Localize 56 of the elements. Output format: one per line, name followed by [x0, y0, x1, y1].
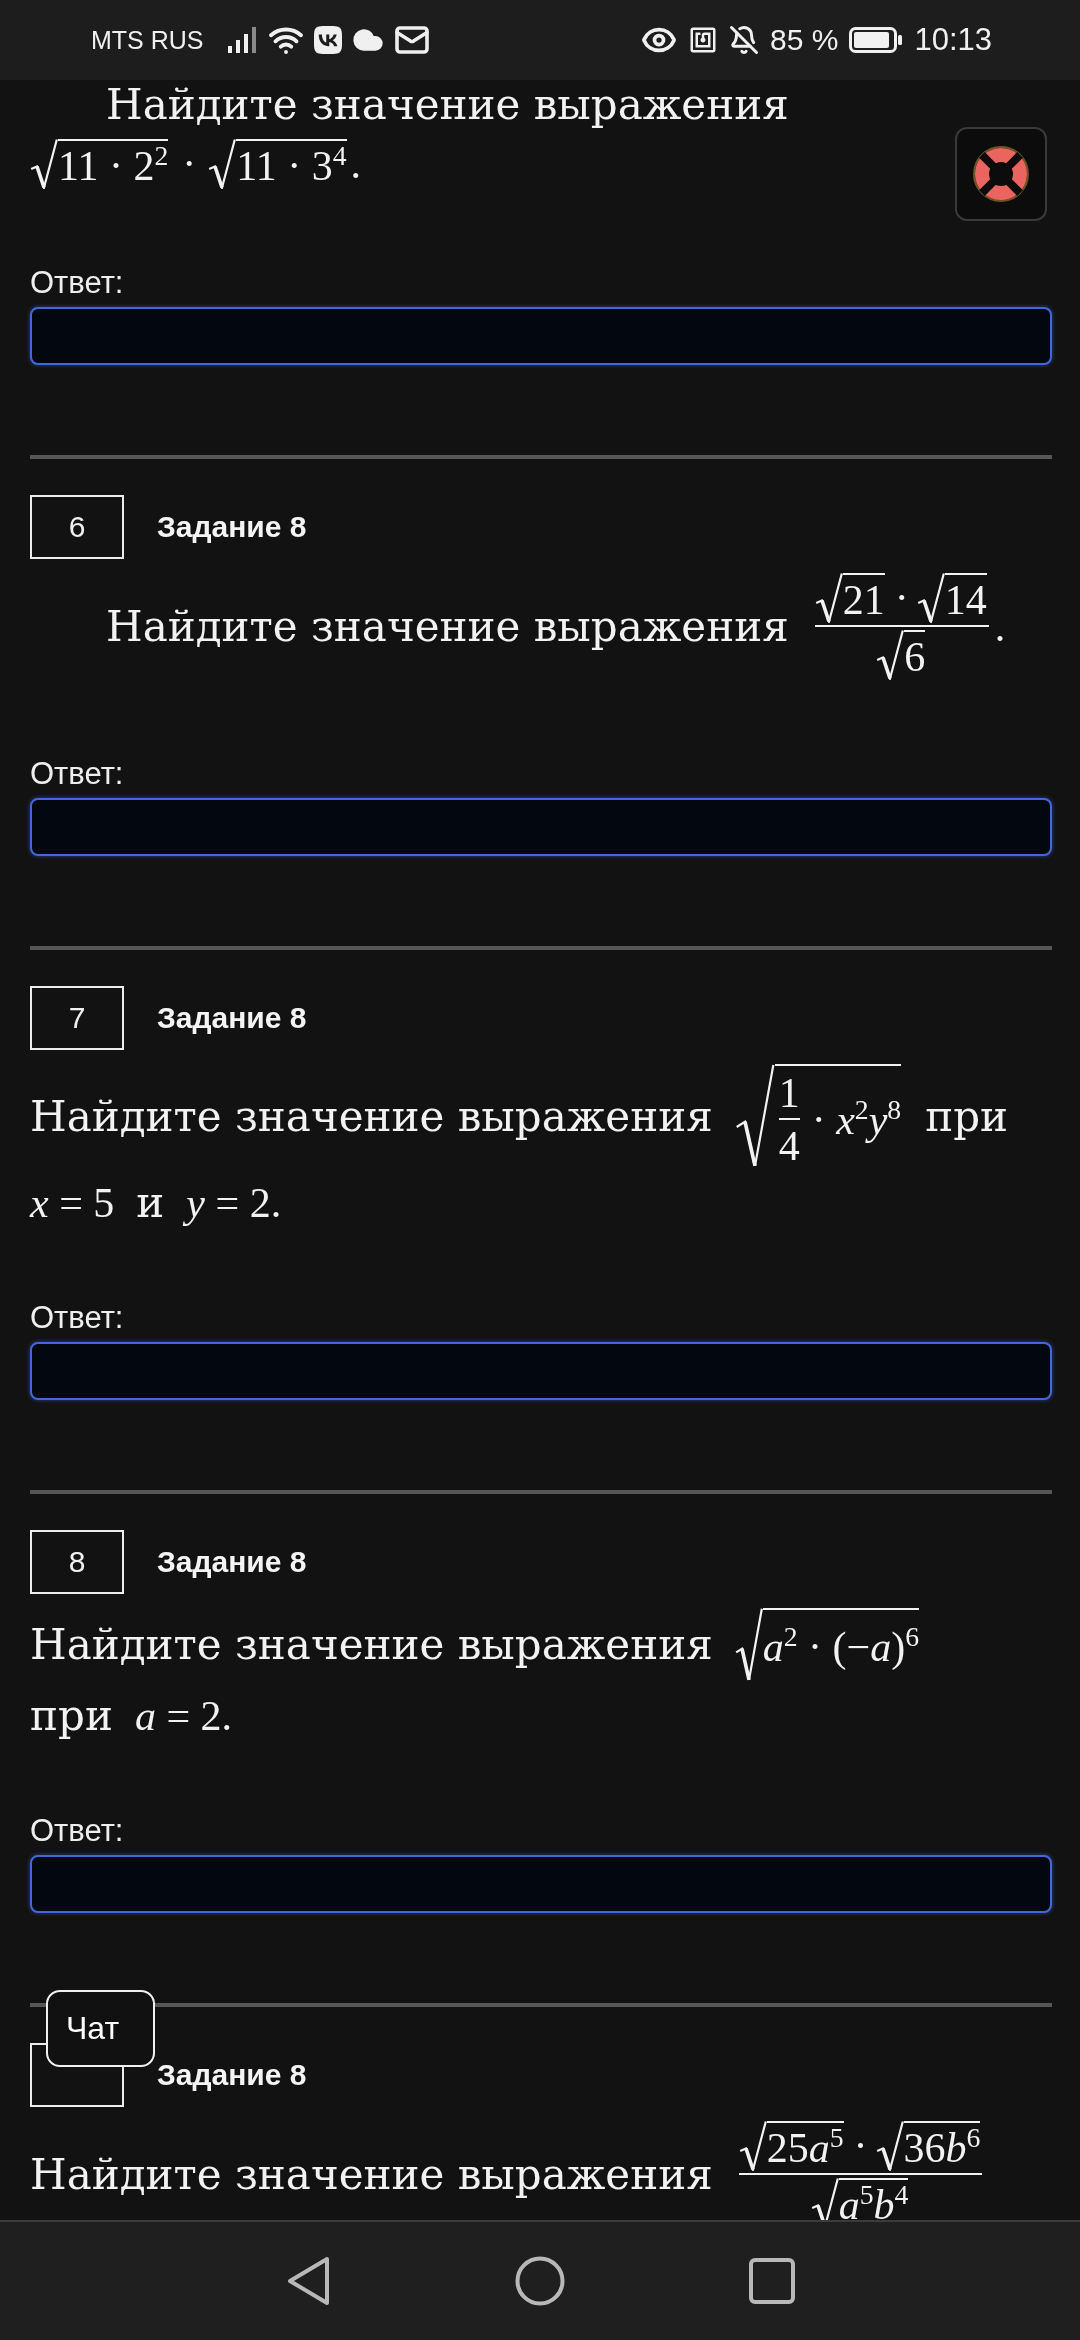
battery-percent: 85 %: [770, 23, 839, 57]
question-text: Найдите значение выражения: [106, 80, 789, 130]
bell-off-icon: [729, 25, 760, 55]
back-icon[interactable]: [285, 2255, 331, 2307]
home-icon[interactable]: [515, 2256, 565, 2306]
answer-field[interactable]: [30, 1342, 1052, 1400]
formula-text: 36b$^{6}$: [903, 2125, 981, 2171]
formula-text: 11 · 3$^{4}$: [236, 143, 347, 189]
clock-time: 10:13: [914, 22, 992, 58]
question-text: Найдите значение выражения: [30, 2149, 713, 2200]
task-title: Задание 8: [157, 510, 307, 544]
task-title: Задание 8: [157, 1545, 307, 1579]
battery-icon: [849, 27, 904, 53]
formula-text: ·: [182, 141, 197, 187]
answer-label: Ответ:: [30, 264, 125, 302]
answer-field[interactable]: [30, 307, 1052, 365]
task-title: Задание 8: [157, 2058, 307, 2092]
formula-text: 4: [778, 1123, 800, 1169]
signal-icon: [227, 27, 258, 53]
question-text: Найдите значение выражения: [30, 1620, 713, 1670]
formula-text: 14: [944, 577, 987, 623]
formula-text: a$^{5}$b$^{4}$: [838, 2182, 909, 2220]
answer-label: Ответ:: [30, 1812, 125, 1850]
answer-field[interactable]: [30, 798, 1052, 856]
formula-text: · x$^{2}$y$^{8}$: [811, 1096, 902, 1143]
formula-text: 25a$^{5}$: [766, 2125, 844, 2171]
answer-label: Ответ:: [30, 1299, 125, 1337]
recent-apps-icon[interactable]: [749, 2258, 795, 2304]
carrier-name: MTS RUS: [91, 25, 204, 55]
formula-text: a$^{2}$ · (−a)$^{6}$: [762, 1619, 920, 1672]
help-button[interactable]: [955, 127, 1047, 221]
task-title: Задание 8: [157, 1001, 307, 1035]
question-text: и: [136, 1178, 165, 1228]
formula-text: .: [350, 141, 362, 187]
formula-text: 1: [778, 1070, 800, 1116]
question-text: при: [925, 1091, 1009, 1142]
question-text: при: [30, 1691, 113, 1741]
task-number: 8: [30, 1530, 124, 1594]
formula-text: a = 2.: [134, 1693, 233, 1739]
chat-button[interactable]: Чат: [46, 1990, 155, 2067]
vk-icon: [313, 26, 342, 54]
task-number: 6: [30, 495, 124, 559]
task-number: 7: [30, 986, 124, 1050]
question-text: Найдите значение выражения: [30, 1091, 713, 1142]
formula-text: 11 · 2$^{2}$: [58, 143, 169, 189]
formula-text: x = 5: [30, 1180, 115, 1226]
formula-text: ·: [894, 575, 909, 621]
answer-field[interactable]: [30, 1855, 1052, 1913]
formula-text: .: [994, 603, 1006, 650]
answer-label: Ответ:: [30, 755, 125, 793]
lifebuoy-icon: [970, 143, 1032, 205]
formula-text: ·: [853, 2123, 868, 2169]
formula-text: 6: [904, 634, 926, 680]
formula-text: 21: [842, 577, 885, 623]
question-text: Найдите значение выражения: [106, 601, 789, 652]
nfc-icon: [688, 25, 719, 55]
